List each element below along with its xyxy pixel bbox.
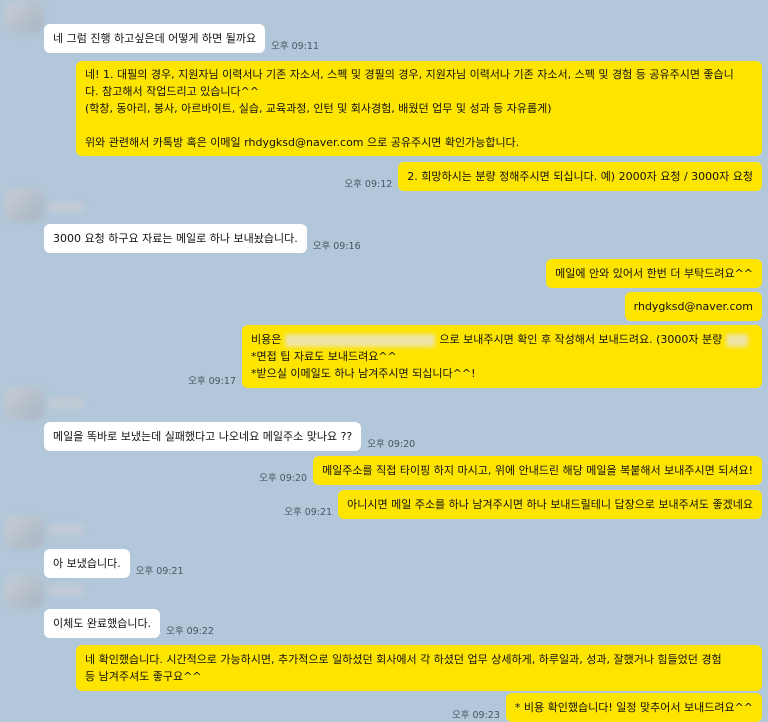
sender-name <box>48 585 84 595</box>
message-text: *받으실 이메일도 하나 남겨주시면 되십니다^^! <box>251 367 476 380</box>
sender-name <box>48 398 84 408</box>
sender-name <box>48 202 84 212</box>
message-time: 오후 09:17 <box>188 376 236 387</box>
message-row: 이체도 완료했습니다. 오후 09:22 <box>44 609 214 638</box>
message-row: * 비용 확인했습니다! 일정 맞추어서 보내드려요^^ 오후 09:23 <box>452 693 762 722</box>
message-bubble[interactable]: * 비용 확인했습니다! 일정 맞추어서 보내드려요^^ <box>505 693 762 722</box>
message-row: 비용은 으로 보내주시면 확인 후 작성해서 보내드려요. (3000자 분량 *… <box>188 325 762 388</box>
message-bubble[interactable]: 아니시면 메일 주소를 하나 남겨주시면 하나 보내드릴테니 답장으로 보내주셔… <box>338 490 762 519</box>
sender-name <box>48 525 84 535</box>
message-text: 비용은 <box>251 333 282 346</box>
redacted-text <box>285 333 436 347</box>
message-bubble[interactable]: 네 그럼 진행 하고싶은데 어떻게 하면 될까요 <box>44 24 266 53</box>
message-time: 오후 09:23 <box>452 710 500 721</box>
message-row: 3000 요청 하구요 자료는 메일로 하나 보내놨습니다. 오후 09:16 <box>44 224 361 253</box>
message-row: 2. 희망하시는 분량 정해주시면 되십니다. 예) 2000자 요청 / 30… <box>344 162 762 191</box>
message-bubble[interactable]: 3000 요청 하구요 자료는 메일로 하나 보내놨습니다. <box>44 224 307 253</box>
message-time: 오후 09:22 <box>166 626 214 637</box>
message-bubble[interactable]: rhdygksd@naver.com <box>624 292 762 321</box>
message-bubble[interactable]: 메일주소를 직접 타이핑 하지 마시고, 위에 안내드린 해당 메일을 복붙해서… <box>313 456 762 485</box>
avatar[interactable] <box>4 0 44 34</box>
message-row: 메일에 안와 있어서 한번 더 부탁드려요^^ <box>546 259 762 288</box>
message-bubble[interactable]: 비용은 으로 보내주시면 확인 후 작성해서 보내드려요. (3000자 분량 *… <box>242 325 762 388</box>
message-bubble[interactable]: 네! 1. 대필의 경우, 지원자님 이력서나 기존 자소서, 스펙 및 경필의… <box>76 61 762 156</box>
message-bubble[interactable]: 아 보냈습니다. <box>44 549 130 578</box>
message-time: 오후 09:11 <box>271 41 320 52</box>
message-time: 오후 09:20 <box>259 473 308 484</box>
message-time: 오후 09:21 <box>135 566 184 577</box>
message-text: 으로 보내주시면 확인 후 작성해서 보내드려요. (3000자 분량 <box>439 333 723 346</box>
message-time: 오후 09:16 <box>312 241 361 252</box>
message-time: 오후 09:20 <box>367 439 416 450</box>
message-row: 아니시면 메일 주소를 하나 남겨주시면 하나 보내드릴테니 답장으로 보내주셔… <box>284 490 762 519</box>
message-text: *면접 팁 자료도 보내드려요^^ <box>251 350 397 363</box>
message-row: 네 확인했습니다. 시간적으로 가능하시면, 추가적으로 일하셨던 회사에서 각… <box>76 645 762 691</box>
message-row: 네! 1. 대필의 경우, 지원자님 이력서나 기존 자소서, 스펙 및 경필의… <box>76 61 762 156</box>
message-bubble[interactable]: 메일을 똑바로 보냈는데 실패했다고 나오네요 메일주소 맞나요 ?? <box>44 422 362 451</box>
avatar[interactable] <box>4 515 44 549</box>
message-bubble[interactable]: 2. 희망하시는 분량 정해주시면 되십니다. 예) 2000자 요청 / 30… <box>398 162 762 191</box>
avatar[interactable] <box>4 188 44 222</box>
redacted-text <box>726 333 749 347</box>
message-bubble[interactable]: 네 확인했습니다. 시간적으로 가능하시면, 추가적으로 일하셨던 회사에서 각… <box>76 645 762 691</box>
message-time: 오후 09:12 <box>344 179 393 190</box>
message-time: 오후 09:21 <box>284 507 333 518</box>
message-row: 메일주소를 직접 타이핑 하지 마시고, 위에 안내드린 해당 메일을 복붙해서… <box>259 456 762 485</box>
message-row: 네 그럼 진행 하고싶은데 어떻게 하면 될까요 오후 09:11 <box>44 24 319 53</box>
message-row: rhdygksd@naver.com <box>624 292 762 321</box>
avatar[interactable] <box>4 575 44 609</box>
message-bubble[interactable]: 이체도 완료했습니다. <box>44 609 161 638</box>
message-row: 메일을 똑바로 보냈는데 실패했다고 나오네요 메일주소 맞나요 ?? 오후 0… <box>44 422 415 451</box>
message-row: 아 보냈습니다. 오후 09:21 <box>44 549 184 578</box>
avatar[interactable] <box>4 386 44 420</box>
message-bubble[interactable]: 메일에 안와 있어서 한번 더 부탁드려요^^ <box>546 259 762 288</box>
